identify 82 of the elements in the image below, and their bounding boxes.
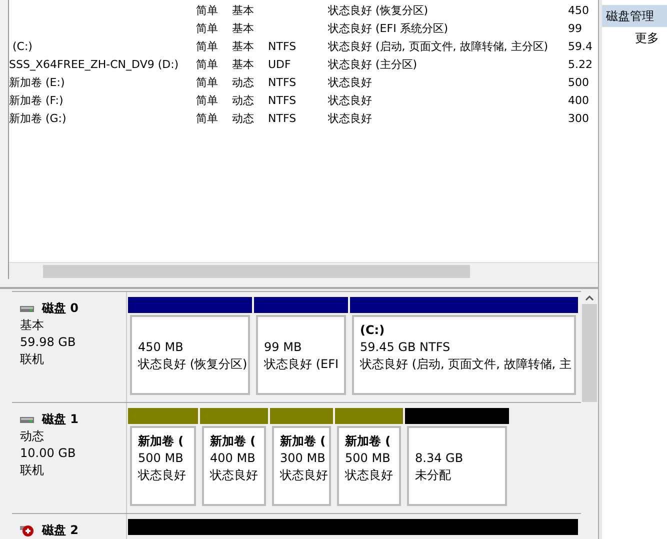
partition-info: 500 MB [138,451,184,466]
table-cell: 简单 [196,4,218,16]
table-cell: 5.22 [568,58,592,70]
table-cell: 简单 [196,22,218,34]
disk-name: 磁盘 0 [42,300,79,318]
table-cell: 简单 [196,94,218,106]
table-cell: 状态良好 (EFI 系统分区) [328,22,448,34]
table-cell: UDF [268,58,291,70]
partition-box[interactable]: 新加卷 ( 500 MB 状态良好 [130,426,196,506]
table-cell-text: (C:) [11,40,32,52]
table-cell: 新加卷 (F:) [9,94,64,106]
table-cell: 状态良好 [328,112,372,124]
disk-type: 基本 [20,317,44,334]
partition-box[interactable]: 8.34 GB 未分配 [407,426,507,506]
partition-info: 450 MB [138,340,184,354]
table-cell: 59.4 [568,40,592,52]
partition-info: 99 MB [264,340,302,354]
table-cell: 450 [568,4,589,16]
disk-size: 10.00 GB [20,445,76,462]
partition-box[interactable]: (C:) 59.45 GB NTFS 状态良好 (启动, 页面文件, 故障转储, 主 [352,315,576,396]
disk-name: 磁盘 2 [42,522,79,539]
partition-info: 8.34 GB [415,451,464,466]
disk-name: 磁盘 1 [42,411,79,428]
table-cell: 动态 [232,76,254,88]
table-cell: 基本 [232,4,254,16]
table-cell: 300 [568,112,589,124]
partition-box[interactable]: 新加卷 ( 300 MB 状态良好 [272,426,331,506]
table-cell: 动态 [232,94,254,106]
table-cell: 状态良好 [328,94,372,106]
disk-status: 联机 [20,462,44,480]
scrollbar-thumb[interactable] [582,304,597,402]
partition-box[interactable]: 450 MB 状态良好 (恢复分区) [130,315,250,396]
partition-info: 300 MB [280,451,326,466]
partition-info: 状态良好 [210,468,258,482]
table-cell: NTFS [268,40,296,52]
table-cell: 基本 [232,40,254,52]
partition-info: 状态良好 (EFI [264,357,339,372]
table-cell: NTFS [268,112,296,124]
scrollbar-thumb[interactable] [43,265,470,278]
partition-box[interactable]: 99 MB 状态良好 (EFI [256,315,346,396]
partition-info: 未分配 [415,468,451,482]
partition-info: 状态良好 (恢复分区) [138,357,248,372]
partition-info: 400 MB [210,451,256,466]
partition-info: 59.45 GB NTFS [360,340,450,354]
partition-title: 新加卷 ( [280,434,326,448]
action-item[interactable]: 更多 [602,27,667,49]
table-cell: 简单 [196,76,218,88]
table-cell: 新加卷 (E:) [9,76,65,88]
disk-type: 动态 [20,428,44,446]
table-cell: 状态良好 (主分区) [328,58,418,70]
action-item[interactable]: 磁盘管理 [602,5,667,27]
table-cell: 简单 [196,40,218,52]
disk-status: 联机 [20,351,44,368]
table-cell: NTFS [268,94,296,106]
table-cell: SSS_X64FREE_ZH-CN_DV9 (D:) [9,58,179,70]
horizontal-scrollbar[interactable] [9,262,598,280]
partition-info: 状态良好 [280,468,328,482]
partition-info: 状态良好 (启动, 页面文件, 故障转储, 主 [360,357,572,372]
table-cell: NTFS [268,76,296,88]
table-cell: 简单 [196,58,218,70]
partition-box[interactable]: 新加卷 ( 500 MB 状态良好 [337,426,401,506]
table-cell: 简单 [196,112,218,124]
partition-box[interactable]: 新加卷 ( 400 MB 状态良好 [202,426,266,506]
partition-title: (C:) [360,323,385,338]
partition-info: 500 MB [345,451,390,466]
table-cell: 400 [568,94,589,106]
scroll-up-icon[interactable] [585,295,594,302]
table-cell: 动态 [232,112,254,124]
table-cell: 状态良好 (启动, 页面文件, 故障转储, 主分区) [328,40,548,52]
table-cell: 99 [568,22,582,34]
partition-title: 新加卷 ( [345,434,391,448]
table-cell: 状态良好 [328,76,372,88]
partition-title: 新加卷 ( [210,434,256,448]
partition-info: 状态良好 [345,468,393,482]
partition-info: 状态良好 [138,468,186,482]
table-cell: 基本 [232,58,254,70]
table-cell: 状态良好 (恢复分区) [328,4,428,16]
table-cell: 500 [568,76,589,88]
disk-size: 59.98 GB [20,334,76,352]
table-cell: 新加卷 (G:) [9,112,66,124]
table-cell: 基本 [232,22,254,34]
partition-title: 新加卷 ( [138,434,184,448]
